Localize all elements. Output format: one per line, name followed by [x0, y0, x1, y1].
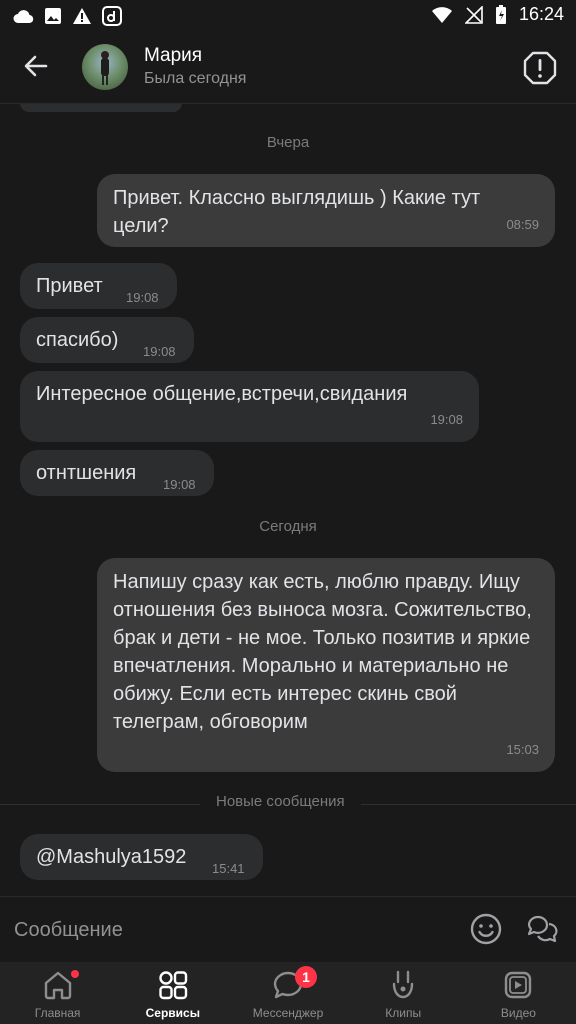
cloud-icon: [13, 10, 34, 24]
status-bar: 16:24: [0, 0, 576, 32]
app-d-icon: [102, 6, 122, 26]
nav-home-label: Главная: [34, 1006, 81, 1020]
nav-clips[interactable]: Клипы: [346, 962, 461, 1024]
message-time: 15:03: [506, 742, 539, 757]
home-icon: [44, 971, 71, 1000]
services-grid-icon: [159, 971, 187, 1000]
message-time: 19:08: [163, 477, 196, 492]
nav-messenger-label: Мессенджер: [252, 1006, 324, 1020]
message-composer: [0, 896, 576, 962]
message-text: спасибо): [36, 329, 119, 351]
clips-icon: [393, 970, 414, 999]
stickers-chat-icon[interactable]: [524, 911, 560, 947]
wifi-icon: [431, 6, 452, 23]
clock: 16:24: [518, 4, 564, 24]
message-time: 15:41: [212, 861, 245, 876]
date-divider-today: Сегодня: [259, 518, 317, 535]
contact-name[interactable]: Мария: [144, 45, 202, 67]
message-text: Интересное общение,встречи,свидания: [36, 383, 408, 405]
message-text: Привет. Классно выглядишь ) Какие тут це…: [113, 187, 481, 237]
message-text: @Mashulya1592: [36, 846, 187, 868]
warning-octagon-icon[interactable]: [522, 50, 558, 86]
message-text: Привет: [36, 275, 103, 297]
message-text: Напишу сразу как есть, люблю правду. Ищу…: [113, 571, 532, 733]
message-list[interactable]: Вчера Привет. Классно выглядишь ) Какие …: [0, 104, 576, 896]
emoji-icon[interactable]: [468, 911, 504, 947]
contact-status: Была сегодня: [144, 70, 247, 87]
nav-services-label: Сервисы: [145, 1006, 200, 1020]
message-outgoing[interactable]: Напишу сразу как есть, люблю правду. Ищу…: [97, 558, 555, 772]
message-incoming[interactable]: @Mashulya1592 15:41: [20, 834, 263, 880]
message-time: 19:08: [126, 290, 159, 305]
unread-badge: 1: [295, 966, 317, 988]
arrow-left-icon[interactable]: [20, 50, 52, 82]
chat-header: Мария Была сегодня: [0, 32, 576, 104]
nav-video-label: Видео: [500, 1006, 536, 1020]
nav-video[interactable]: Видео: [461, 962, 576, 1024]
nav-clips-label: Клипы: [385, 1006, 422, 1020]
message-input[interactable]: [14, 911, 434, 949]
message-time: 19:08: [430, 412, 463, 427]
message-bubble-partial: [20, 104, 182, 112]
image-icon: [45, 8, 61, 24]
message-outgoing[interactable]: Привет. Классно выглядишь ) Какие тут це…: [97, 174, 555, 247]
message-incoming[interactable]: Привет 19:08: [20, 263, 177, 309]
nav-messenger[interactable]: 1 Мессенджер: [230, 962, 345, 1024]
video-icon: [505, 971, 532, 999]
bottom-navigation: Главная Сервисы 1 Мессенджер Клипы Видео: [0, 962, 576, 1024]
message-text: отнтшения: [36, 462, 137, 484]
battery-charging-icon: [495, 4, 506, 24]
message-time: 19:08: [143, 344, 176, 359]
message-incoming[interactable]: спасибо) 19:08: [20, 317, 194, 363]
message-incoming[interactable]: отнтшения 19:08: [20, 450, 214, 496]
date-divider-yesterday: Вчера: [266, 134, 310, 151]
message-incoming[interactable]: Интересное общение,встречи,свидания 19:0…: [20, 371, 479, 442]
avatar[interactable]: [82, 44, 128, 90]
message-time: 08:59: [506, 217, 539, 232]
notification-dot: [70, 970, 79, 978]
nav-home[interactable]: Главная: [0, 962, 115, 1024]
signal-off-icon: [464, 5, 483, 24]
nav-services[interactable]: Сервисы: [115, 962, 230, 1024]
alert-triangle-icon: [73, 8, 91, 24]
new-messages-divider: Новые сообщения: [200, 793, 361, 810]
